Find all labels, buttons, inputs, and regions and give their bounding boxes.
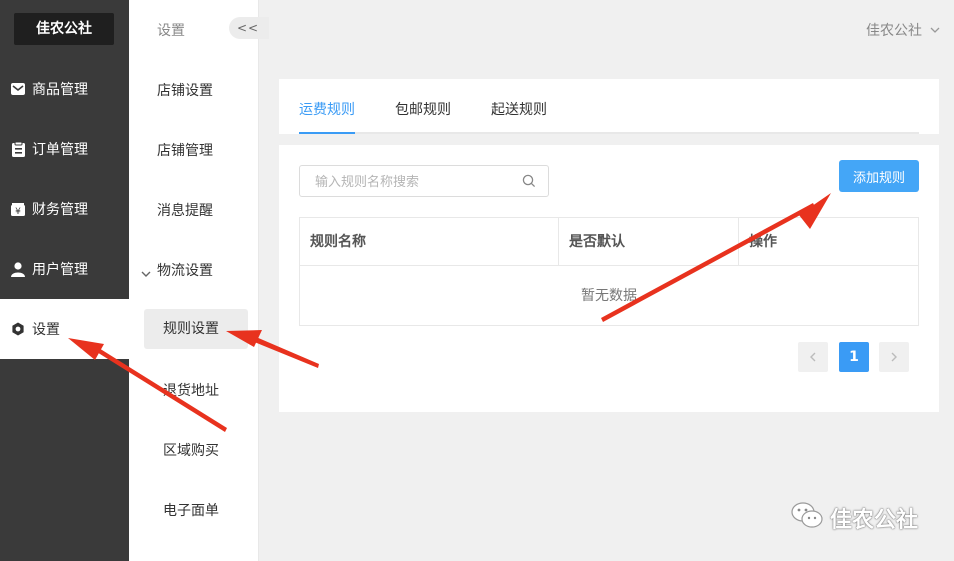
active-tab-indicator bbox=[299, 132, 355, 134]
submenu-item-return-address[interactable]: 退货地址 bbox=[163, 380, 219, 400]
wechat-icon bbox=[790, 500, 824, 536]
chevron-right-icon bbox=[891, 352, 897, 362]
tab-minimum-order-rules[interactable]: 起送规则 bbox=[491, 99, 547, 119]
gear-icon bbox=[10, 321, 26, 337]
tab-shipping-rules[interactable]: 运费规则 bbox=[299, 99, 355, 119]
sidebar-item-finance[interactable]: ¥ 财务管理 bbox=[0, 179, 129, 239]
sidebar-item-label: 订单管理 bbox=[32, 142, 88, 158]
brand-logo[interactable]: 佳农公社 bbox=[14, 13, 114, 45]
submenu-item-e-waybill[interactable]: 电子面单 bbox=[163, 500, 219, 520]
chevron-left-icon bbox=[810, 352, 816, 362]
table-header: 规则名称 是否默认 操作 bbox=[300, 218, 918, 266]
submenu-item-rule-settings[interactable]: 规则设置 bbox=[144, 309, 248, 349]
submenu-group-logistics[interactable]: 物流设置 bbox=[157, 260, 213, 280]
sidebar-item-users[interactable]: 用户管理 bbox=[0, 239, 129, 299]
mail-icon bbox=[10, 81, 26, 97]
prev-page-button[interactable] bbox=[798, 342, 828, 372]
main-sidebar: 佳农公社 商品管理 订单管理 ¥ 财务管理 用户管理 设置 bbox=[0, 0, 129, 561]
submenu-item-regional-purchase[interactable]: 区域购买 bbox=[163, 440, 219, 460]
svg-text:¥: ¥ bbox=[15, 207, 21, 216]
user-name: 佳农公社 bbox=[866, 23, 922, 39]
tab-divider bbox=[299, 132, 919, 134]
empty-state-text: 暂无数据 bbox=[581, 288, 637, 304]
tabs-bar: 运费规则 包邮规则 起送规则 bbox=[279, 79, 939, 134]
submenu-item-store-management[interactable]: 店铺管理 bbox=[157, 140, 213, 160]
column-header-actions: 操作 bbox=[749, 234, 777, 250]
wechat-watermark: 佳农公社 bbox=[790, 500, 918, 536]
watermark-text: 佳农公社 bbox=[830, 508, 919, 533]
page-number-current[interactable]: 1 bbox=[839, 342, 869, 372]
sidebar-item-products[interactable]: 商品管理 bbox=[0, 59, 129, 119]
sidebar-item-label: 财务管理 bbox=[32, 202, 88, 218]
rules-panel: 添加规则 规则名称 是否默认 操作 暂无数据 1 bbox=[279, 145, 939, 412]
column-header-rule-name: 规则名称 bbox=[300, 218, 559, 266]
user-menu[interactable]: 佳农公社 bbox=[866, 20, 940, 40]
search-input[interactable] bbox=[299, 165, 549, 197]
wallet-icon: ¥ bbox=[10, 201, 26, 217]
submenu-item-store-settings[interactable]: 店铺设置 bbox=[157, 80, 213, 100]
add-rule-button[interactable]: 添加规则 bbox=[839, 160, 919, 192]
sidebar-item-orders[interactable]: 订单管理 bbox=[0, 119, 129, 179]
search-icon[interactable] bbox=[522, 174, 536, 192]
sidebar-item-label: 设置 bbox=[32, 322, 60, 338]
next-page-button[interactable] bbox=[879, 342, 909, 372]
sidebar-item-label: 商品管理 bbox=[32, 82, 88, 98]
submenu-title: 设置 bbox=[157, 23, 185, 39]
collapse-menu-button[interactable]: << bbox=[229, 17, 269, 39]
chevron-down-icon bbox=[141, 266, 151, 282]
chevron-down-icon bbox=[930, 22, 940, 38]
sidebar-item-settings[interactable]: 设置 bbox=[0, 299, 129, 359]
submenu-item-notifications[interactable]: 消息提醒 bbox=[157, 200, 213, 220]
settings-submenu: 设置 << 店铺设置 店铺管理 消息提醒 物流设置 规则设置 退货地址 区域购买… bbox=[129, 0, 269, 561]
sidebar-item-label: 用户管理 bbox=[32, 262, 88, 278]
column-header-is-default: 是否默认 bbox=[559, 218, 739, 266]
user-icon bbox=[10, 261, 26, 277]
tab-free-shipping-rules[interactable]: 包邮规则 bbox=[395, 99, 451, 119]
clipboard-icon bbox=[10, 141, 26, 157]
rules-table: 规则名称 是否默认 操作 暂无数据 bbox=[299, 217, 919, 326]
